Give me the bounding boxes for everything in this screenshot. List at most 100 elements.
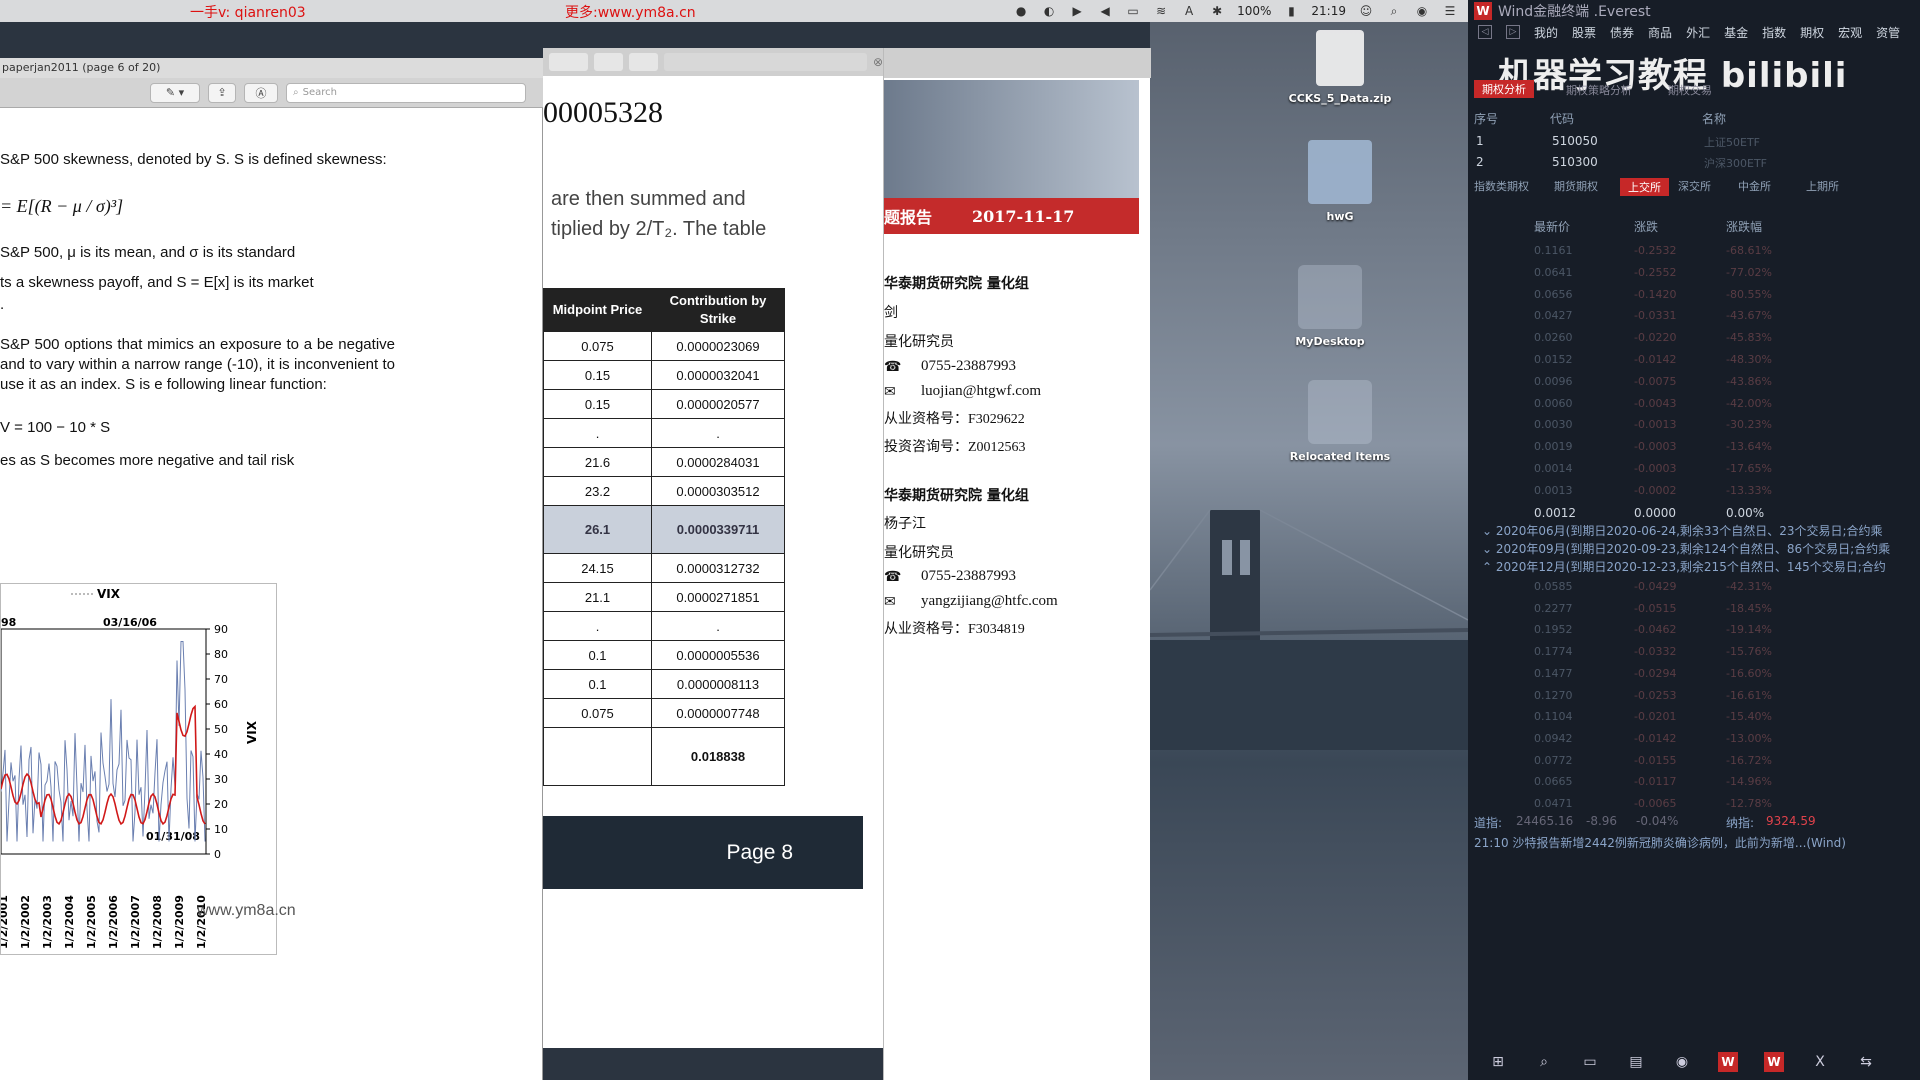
last-price-cell[interactable]: 0.0585 [1534,580,1573,593]
user-icon[interactable]: ☺ [1358,4,1374,18]
change-cell[interactable]: -0.0013 [1634,418,1676,431]
change-pct-cell[interactable]: -77.02% [1726,266,1772,279]
change-pct-cell[interactable]: -16.60% [1726,667,1772,680]
change-cell[interactable]: -0.2552 [1634,266,1676,279]
expiry-row-december[interactable]: ⌃ 2020年12月(到期日2020-12-23,剩余215个自然日、145个交… [1482,558,1886,575]
last-price-cell[interactable]: 0.0014 [1534,462,1573,475]
display-icon[interactable]: ▭ [1125,4,1141,18]
remote-icon[interactable]: ⇆ [1856,1052,1876,1072]
back-icon[interactable]: ◁ [1478,25,1492,39]
last-price-cell[interactable]: 0.0012 [1534,506,1576,520]
change-pct-cell[interactable]: -14.96% [1726,775,1772,788]
change-cell[interactable]: -0.0294 [1634,667,1676,680]
subtab-option-analysis[interactable]: 期权分析 [1474,80,1534,98]
last-price-cell[interactable]: 0.0641 [1534,266,1573,279]
exchange-tab[interactable]: 上交所 [1620,178,1669,196]
wifi-icon[interactable]: ≋ [1153,4,1169,18]
change-cell[interactable]: 0.0000 [1634,506,1676,520]
last-price-cell[interactable]: 0.0019 [1534,440,1573,453]
change-pct-cell[interactable]: -30.23% [1726,418,1772,431]
windows-start-icon[interactable]: ⊞ [1488,1052,1508,1072]
last-price-cell[interactable]: 0.1952 [1534,623,1573,636]
wind-menu-item[interactable]: 债券 [1610,24,1634,41]
last-price-cell[interactable]: 0.0471 [1534,797,1573,810]
wind-menu-item[interactable]: 商品 [1648,24,1672,41]
change-pct-cell[interactable]: -16.72% [1726,754,1772,767]
change-cell[interactable]: -0.0065 [1634,797,1676,810]
change-cell[interactable]: -0.0429 [1634,580,1676,593]
exchange-tab[interactable]: 中金所 [1738,178,1771,194]
change-cell[interactable]: -0.0253 [1634,689,1676,702]
desktop-icon-hwg[interactable]: hwG [1285,140,1395,223]
siri-icon[interactable]: ◉ [1414,4,1430,18]
share-icon[interactable]: ⇪ [208,82,236,103]
change-cell[interactable]: -0.0201 [1634,710,1676,723]
change-pct-cell[interactable]: -68.61% [1726,244,1772,257]
exchange-tab[interactable]: 期货期权 [1554,178,1598,194]
change-pct-cell[interactable]: -42.00% [1726,397,1772,410]
change-pct-cell[interactable]: -43.86% [1726,375,1772,388]
news-ticker[interactable]: 21:10 沙特报告新增2442例新冠肺炎确诊病例，此前为新增...(Wind) [1474,834,1846,851]
exchange-tab[interactable]: 指数类期权 [1474,178,1529,194]
search-field[interactable] [663,53,867,71]
wind-menu-item[interactable]: 宏观 [1838,24,1862,41]
last-price-cell[interactable]: 0.0096 [1534,375,1573,388]
input-icon[interactable]: A [1181,4,1197,18]
wind-menu-item[interactable]: 基金 [1724,24,1748,41]
last-price-cell[interactable]: 0.0030 [1534,418,1573,431]
wind-menu-item[interactable]: 外汇 [1686,24,1710,41]
tab[interactable] [628,53,658,71]
etf-name[interactable]: 沪深300ETF [1704,155,1767,171]
change-pct-cell[interactable]: -42.31% [1726,580,1772,593]
change-cell[interactable]: -0.0142 [1634,353,1676,366]
desktop-icon-relocated-items[interactable]: Relocated Items [1285,380,1395,463]
change-cell[interactable]: -0.0220 [1634,331,1676,344]
change-cell[interactable]: -0.0003 [1634,462,1676,475]
tab[interactable] [549,53,588,71]
last-price-cell[interactable]: 0.0772 [1534,754,1573,767]
last-price-cell[interactable]: 0.1774 [1534,645,1573,658]
wind-menu-item[interactable]: 期权 [1800,24,1824,41]
subtab-strategy[interactable]: 期权策略分析 [1566,82,1632,98]
pdf-window-title[interactable]: paperjan2011 (page 6 of 20) [0,58,543,78]
expiry-row-september[interactable]: ⌄ 2020年09月(到期日2020-09-23,剩余124个自然日、86个交易… [1482,540,1890,557]
notification-center-icon[interactable]: ☰ [1442,4,1458,18]
last-price-cell[interactable]: 0.1104 [1534,710,1573,723]
change-cell[interactable]: -0.0002 [1634,484,1676,497]
wind-menu-item[interactable]: 资管 [1876,24,1900,41]
wind-menu-item[interactable]: 我的 [1534,24,1558,41]
exchange-tab[interactable]: 上期所 [1806,178,1839,194]
last-price-cell[interactable]: 0.0152 [1534,353,1573,366]
change-cell[interactable]: -0.0075 [1634,375,1676,388]
last-price-cell[interactable]: 0.0665 [1534,775,1573,788]
expiry-row-june[interactable]: ⌄ 2020年06月(到期日2020-06-24,剩余33个自然日、23个交易日… [1482,522,1883,539]
change-cell[interactable]: -0.0155 [1634,754,1676,767]
pdf-search-input[interactable]: ⌕ Search [286,82,526,103]
last-price-cell[interactable]: 0.1477 [1534,667,1573,680]
etf-name[interactable]: 上证50ETF [1704,134,1760,150]
excel-icon[interactable]: X [1810,1052,1830,1072]
change-cell[interactable]: -0.2532 [1634,244,1676,257]
volume-icon[interactable]: ◀ [1097,4,1113,18]
change-pct-cell[interactable]: -18.45% [1726,602,1772,615]
change-pct-cell[interactable]: -15.40% [1726,710,1772,723]
change-cell[interactable]: -0.0003 [1634,440,1676,453]
exchange-tab[interactable]: 深交所 [1678,178,1711,194]
change-pct-cell[interactable]: 0.00% [1726,506,1764,520]
change-pct-cell[interactable]: -48.30% [1726,353,1772,366]
notification-icon[interactable]: ● [1013,4,1029,18]
last-price-cell[interactable]: 0.0260 [1534,331,1573,344]
markup-pen-icon[interactable]: ✎ ▾ [150,82,200,103]
change-cell[interactable]: -0.1420 [1634,288,1676,301]
wind-app-icon[interactable]: W [1718,1052,1738,1072]
author-email[interactable]: yangzijiang@htfc.com [921,593,1058,610]
wind-menu-item[interactable]: 股票 [1572,24,1596,41]
app-icon[interactable]: ◐ [1041,4,1057,18]
change-cell[interactable]: -0.0142 [1634,732,1676,745]
last-price-cell[interactable]: 0.1161 [1534,244,1573,257]
change-pct-cell[interactable]: -17.65% [1726,462,1772,475]
change-cell[interactable]: -0.0462 [1634,623,1676,636]
change-pct-cell[interactable]: -12.78% [1726,797,1772,810]
bluetooth-icon[interactable]: ✱ [1209,4,1225,18]
wind-app-icon[interactable]: W [1764,1052,1784,1072]
